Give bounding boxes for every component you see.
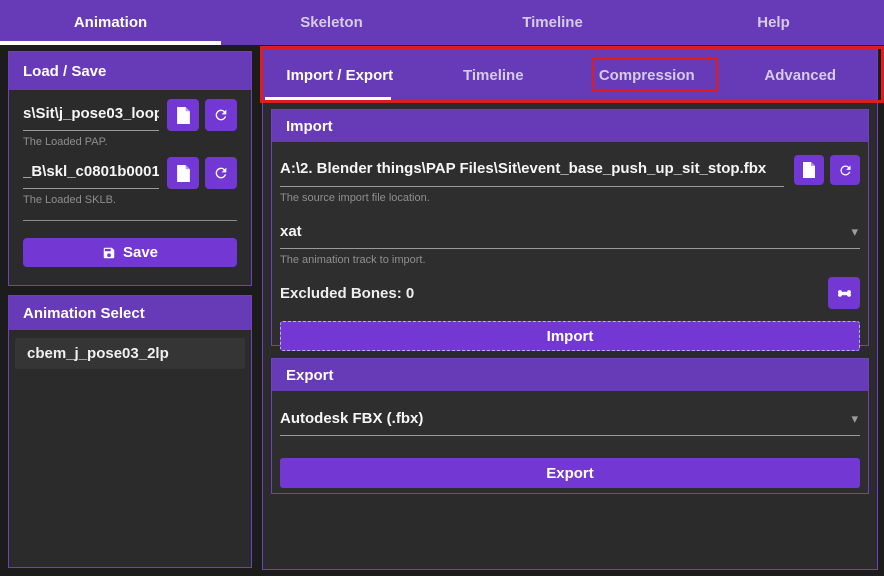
save-button[interactable]: Save — [23, 238, 237, 267]
export-section: Export Autodesk FBX (.fbx) ▾ Export — [271, 358, 869, 494]
tab-help[interactable]: Help — [663, 0, 884, 45]
chevron-down-icon: ▾ — [851, 411, 858, 427]
animation-select-header: Animation Select — [9, 296, 251, 330]
loaded-sklb-caption: The Loaded SKLB. — [23, 194, 237, 206]
file-icon — [802, 162, 816, 178]
excluded-bones-label: Excluded Bones: 0 — [280, 285, 414, 302]
main-tab-bar: Import / Export Timeline Compression Adv… — [263, 49, 877, 101]
animation-select-panel: Animation Select cbem_j_pose03_2lp — [8, 295, 252, 568]
save-icon — [102, 246, 116, 260]
save-button-label: Save — [123, 244, 158, 261]
export-section-header: Export — [272, 359, 868, 391]
bone-icon — [836, 285, 853, 302]
loaded-sklb-input[interactable]: _B\skl_c0801b0001.sklb — [23, 157, 159, 189]
tab-main-timeline[interactable]: Timeline — [417, 49, 571, 101]
import-section-header: Import — [272, 110, 868, 142]
animation-track-value: xat — [280, 223, 302, 240]
loaded-pap-caption: The Loaded PAP. — [23, 136, 237, 148]
tab-animation[interactable]: Animation — [0, 0, 221, 45]
divider — [23, 220, 237, 221]
animation-list: cbem_j_pose03_2lp — [9, 330, 251, 377]
export-format-dropdown[interactable]: Autodesk FBX (.fbx) ▾ — [280, 406, 860, 436]
load-save-header: Load / Save — [9, 52, 251, 90]
import-section: Import A:\2. Blender things\PAP Files\Si… — [271, 109, 869, 346]
sklb-browse-button[interactable] — [167, 157, 199, 189]
list-item-animation[interactable]: cbem_j_pose03_2lp — [15, 338, 245, 369]
top-tab-bar: Animation Skeleton Timeline Help — [0, 0, 884, 45]
tab-import-export[interactable]: Import / Export — [263, 49, 417, 101]
file-icon — [176, 107, 191, 124]
tab-advanced[interactable]: Advanced — [724, 49, 878, 101]
excluded-bones-button[interactable] — [828, 277, 860, 309]
loaded-pap-input[interactable]: s\Sit\j_pose03_loop.pap — [23, 99, 159, 131]
export-format-value: Autodesk FBX (.fbx) — [280, 410, 423, 427]
import-file-caption: The source import file location. — [280, 192, 860, 204]
animation-track-dropdown[interactable]: xat ▾ — [280, 219, 860, 249]
animation-track-caption: The animation track to import. — [280, 254, 860, 266]
load-save-panel: Load / Save s\Sit\j_pose03_loop.pap The … — [8, 51, 252, 286]
export-button[interactable]: Export — [280, 458, 860, 488]
tab-skeleton[interactable]: Skeleton — [221, 0, 442, 45]
file-icon — [176, 165, 191, 182]
main-panel: Import / Export Timeline Compression Adv… — [262, 48, 878, 570]
sklb-refresh-button[interactable] — [205, 157, 237, 189]
import-file-input[interactable]: A:\2. Blender things\PAP Files\Sit\event… — [280, 155, 784, 187]
chevron-down-icon: ▾ — [851, 224, 858, 240]
pap-refresh-button[interactable] — [205, 99, 237, 131]
app-window: Animation Skeleton Timeline Help Load / … — [0, 0, 884, 576]
refresh-icon — [213, 107, 229, 123]
refresh-icon — [213, 165, 229, 181]
import-button[interactable]: Import — [280, 321, 860, 351]
refresh-icon — [838, 163, 853, 178]
tab-compression[interactable]: Compression — [570, 49, 724, 101]
tab-timeline[interactable]: Timeline — [442, 0, 663, 45]
import-file-browse-button[interactable] — [794, 155, 824, 185]
import-file-refresh-button[interactable] — [830, 155, 860, 185]
pap-browse-button[interactable] — [167, 99, 199, 131]
